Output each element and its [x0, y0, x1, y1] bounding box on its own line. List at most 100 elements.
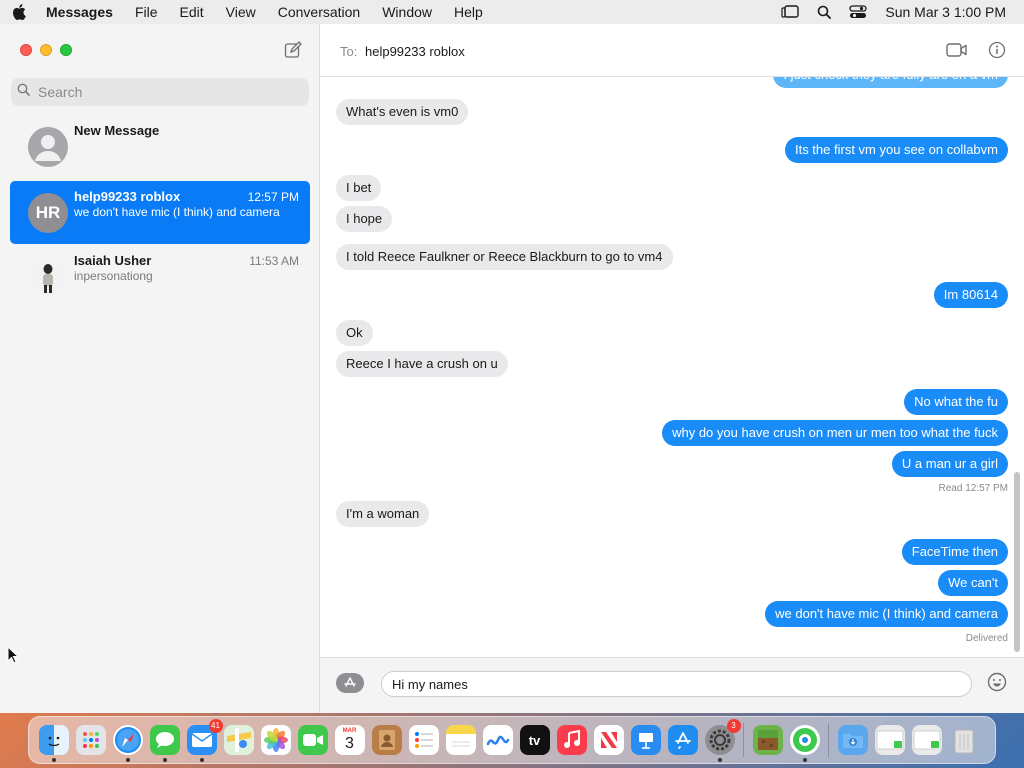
sidebar: New Message HR help99233 roblox 12:57 PM… — [0, 24, 320, 713]
spotlight-search-icon[interactable] — [817, 5, 832, 19]
minimized-window-thumbnail-icon[interactable] — [874, 725, 905, 755]
minimize-window-button[interactable] — [40, 44, 52, 56]
dock-separator — [828, 723, 829, 757]
message-bubble-outgoing[interactable]: FaceTime then — [901, 539, 1008, 565]
close-window-button[interactable] — [20, 44, 32, 56]
emoji-icon[interactable] — [987, 672, 1007, 697]
menu-view[interactable]: View — [226, 4, 256, 20]
running-indicator — [717, 758, 722, 762]
to-label: To: — [340, 44, 358, 59]
conversation-isaiah-usher[interactable]: Isaiah Usher 11:53 AM inpersonationg — [10, 245, 310, 308]
freeform-icon[interactable] — [482, 725, 513, 755]
search-input[interactable] — [36, 83, 290, 101]
message-transcript: I just check they are fully are on a vm … — [320, 77, 1024, 657]
finder-icon[interactable] — [38, 725, 69, 762]
message-bubble-outgoing[interactable]: I just check they are fully are on a vm — [773, 77, 1008, 88]
mail-icon[interactable]: 41 — [186, 719, 223, 762]
recipient-name[interactable]: help99233 roblox — [365, 44, 465, 59]
photos-icon[interactable] — [260, 725, 291, 755]
menu-window[interactable]: Window — [382, 4, 432, 20]
composer-bar — [320, 657, 1024, 713]
message-bubble-outgoing[interactable]: we don't have mic (I think) and camera — [765, 601, 1008, 627]
find-my-icon[interactable] — [789, 725, 820, 762]
trash-icon[interactable] — [949, 725, 979, 755]
avatar: HR — [28, 193, 68, 233]
message-bubble-incoming[interactable]: I bet — [336, 175, 382, 201]
delivered-receipt: Delivered — [965, 633, 1008, 644]
person-silhouette-icon — [28, 127, 68, 167]
calendar-icon[interactable]: MAR 3 — [334, 725, 365, 755]
dock: 41 MAR 3 tv 3 — [28, 716, 996, 764]
app-store-icon[interactable] — [667, 725, 698, 755]
menu-clock[interactable]: Sun Mar 3 1:00 PM — [885, 4, 1006, 20]
app-store-apps-icon[interactable] — [336, 673, 364, 693]
window-controls — [20, 44, 72, 56]
conversation-preview: inpersonationg — [74, 269, 153, 283]
message-bubble-outgoing[interactable]: We can't — [938, 570, 1008, 596]
message-input[interactable] — [381, 671, 972, 697]
messages-app-icon[interactable] — [149, 725, 180, 762]
message-bubble-incoming[interactable]: Reece I have a crush on u — [336, 351, 508, 377]
menu-app-name[interactable]: Messages — [46, 4, 113, 20]
notes-icon[interactable] — [445, 725, 476, 755]
reminders-icon[interactable] — [408, 725, 439, 755]
menu-bar: Messages File Edit View Conversation Win… — [0, 0, 1024, 24]
music-icon[interactable] — [556, 725, 587, 755]
conversation-time: 11:53 AM — [249, 254, 299, 268]
conversation-help99233-roblox[interactable]: HR help99233 roblox 12:57 PM we don't ha… — [10, 181, 310, 244]
system-settings-icon[interactable]: 3 — [704, 719, 741, 762]
settings-badge: 3 — [726, 719, 741, 733]
running-indicator — [199, 758, 204, 762]
message-bubble-incoming[interactable]: What's even is vm0 — [336, 99, 469, 125]
messages-window: New Message HR help99233 roblox 12:57 PM… — [0, 24, 1024, 713]
conversation-name: help99233 roblox — [74, 189, 181, 204]
conversation-preview: we don't have mic (I think) and camera — [74, 205, 280, 219]
message-bubble-incoming[interactable]: I'm a woman — [336, 501, 430, 527]
compose-icon[interactable] — [284, 41, 302, 59]
running-indicator — [125, 758, 130, 762]
menu-help[interactable]: Help — [454, 4, 483, 20]
news-icon[interactable] — [593, 725, 624, 755]
transcript-scrollbar[interactable] — [1014, 472, 1020, 652]
message-bubble-incoming[interactable]: Ok — [336, 320, 373, 346]
running-indicator — [51, 758, 56, 762]
launchpad-icon[interactable] — [75, 725, 106, 755]
maps-icon[interactable] — [223, 725, 254, 755]
minecraft-icon[interactable] — [752, 725, 783, 755]
minimized-window-thumbnail-icon[interactable] — [911, 725, 942, 755]
apple-menu-icon[interactable] — [12, 4, 26, 20]
apple-tv-icon[interactable]: tv — [519, 725, 550, 755]
mail-badge: 41 — [208, 719, 223, 733]
message-bubble-incoming[interactable]: I hope — [336, 206, 393, 232]
menu-conversation[interactable]: Conversation — [278, 4, 361, 20]
message-bubble-outgoing[interactable]: Its the first vm you see on collabvm — [784, 137, 1008, 163]
chat-header: To: help99233 roblox — [320, 24, 1024, 77]
conversation-name: New Message — [74, 123, 160, 138]
keynote-icon[interactable] — [630, 725, 661, 755]
info-icon[interactable] — [988, 41, 1006, 64]
contacts-icon[interactable] — [371, 725, 402, 755]
message-bubble-outgoing[interactable]: Im 80614 — [933, 282, 1008, 308]
menu-file[interactable]: File — [135, 4, 158, 20]
menu-edit[interactable]: Edit — [180, 4, 204, 20]
running-indicator — [162, 758, 167, 762]
read-receipt: Read 12:57 PM — [939, 483, 1009, 494]
conversation-new-message[interactable]: New Message — [10, 115, 310, 178]
downloads-folder-icon[interactable] — [837, 725, 868, 755]
message-bubble-incoming[interactable]: I told Reece Faulkner or Reece Blackburn… — [336, 244, 673, 270]
control-center-icon[interactable] — [849, 5, 868, 19]
stage-manager-icon[interactable] — [781, 5, 800, 19]
message-bubble-outgoing[interactable]: No what the fu — [904, 389, 1008, 415]
avatar — [28, 257, 68, 297]
facetime-video-icon[interactable] — [946, 42, 968, 63]
safari-icon[interactable] — [112, 725, 143, 762]
facetime-icon[interactable] — [297, 725, 328, 755]
zoom-window-button[interactable] — [60, 44, 72, 56]
message-bubble-outgoing[interactable]: why do you have crush on men ur men too … — [662, 420, 1008, 446]
conversation-name: Isaiah Usher — [74, 253, 152, 268]
message-bubble-outgoing[interactable]: U a man ur a girl — [891, 451, 1008, 477]
chat-pane: To: help99233 roblox I just check they a… — [320, 24, 1024, 713]
read-time: 12:57 PM — [965, 483, 1008, 494]
conversation-time: 12:57 PM — [247, 190, 299, 204]
search-field — [11, 78, 309, 106]
